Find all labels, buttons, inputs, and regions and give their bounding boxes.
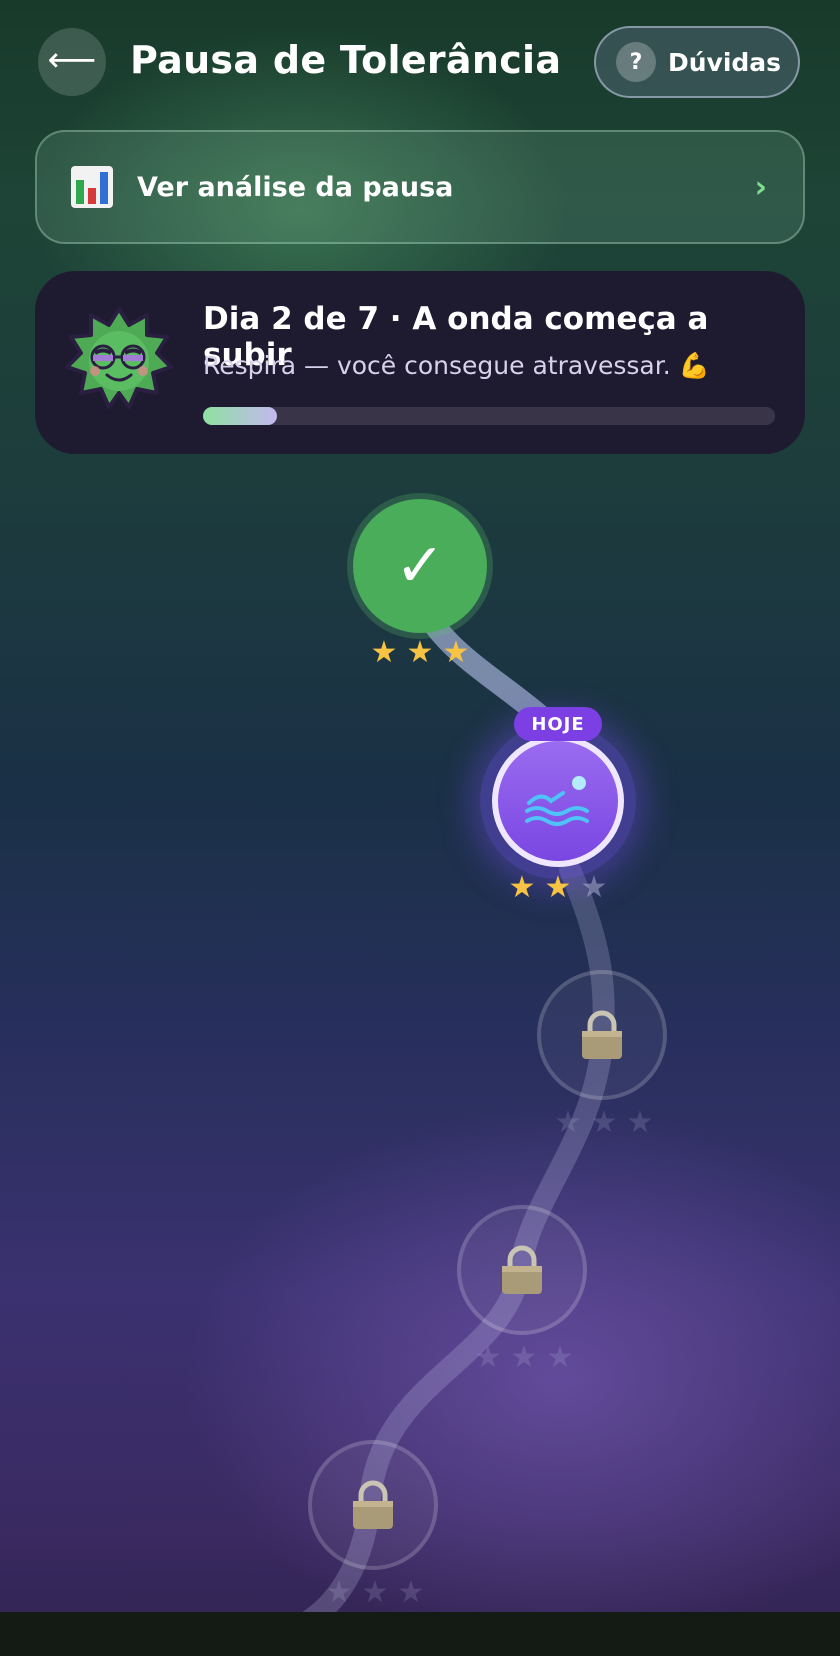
day-3-node-locked[interactable] — [537, 970, 667, 1100]
day-2-node-today[interactable] — [492, 735, 624, 867]
star-icon: ★ — [580, 870, 608, 905]
star-icon: ★ — [590, 1105, 618, 1140]
star-icon: ★ — [370, 635, 398, 670]
today-badge: HOJE — [514, 707, 602, 741]
day-4-node-locked[interactable] — [457, 1205, 587, 1335]
checkmark-icon: ✓ — [394, 531, 446, 601]
star-icon: ★ — [474, 1340, 502, 1375]
star-icon: ★ — [554, 1105, 582, 1140]
star-icon: ★ — [544, 870, 572, 905]
star-icon: ★ — [546, 1340, 574, 1375]
lock-icon — [353, 1480, 393, 1529]
swimming-wave-icon — [525, 776, 589, 826]
day-5-node-locked[interactable] — [308, 1440, 438, 1570]
day-2-stars: ★ ★ ★ — [507, 873, 609, 903]
star-icon: ★ — [508, 870, 536, 905]
star-icon: ★ — [442, 635, 470, 670]
system-navigation-bar — [0, 1612, 840, 1656]
day-3-stars: ★ ★ ★ — [553, 1108, 655, 1138]
star-icon: ★ — [325, 1575, 353, 1610]
day-5-stars: ★ ★ ★ — [324, 1578, 426, 1608]
star-icon: ★ — [406, 635, 434, 670]
day-1-node-completed[interactable]: ✓ — [353, 499, 487, 633]
star-icon: ★ — [626, 1105, 654, 1140]
star-icon: ★ — [361, 1575, 389, 1610]
day-1-stars: ★ ★ ★ — [369, 638, 471, 668]
lock-icon — [582, 1010, 622, 1059]
lock-icon — [502, 1245, 542, 1294]
day-4-stars: ★ ★ ★ — [473, 1343, 575, 1373]
star-icon: ★ — [510, 1340, 538, 1375]
star-icon: ★ — [397, 1575, 425, 1610]
journey-path — [299, 589, 615, 1631]
